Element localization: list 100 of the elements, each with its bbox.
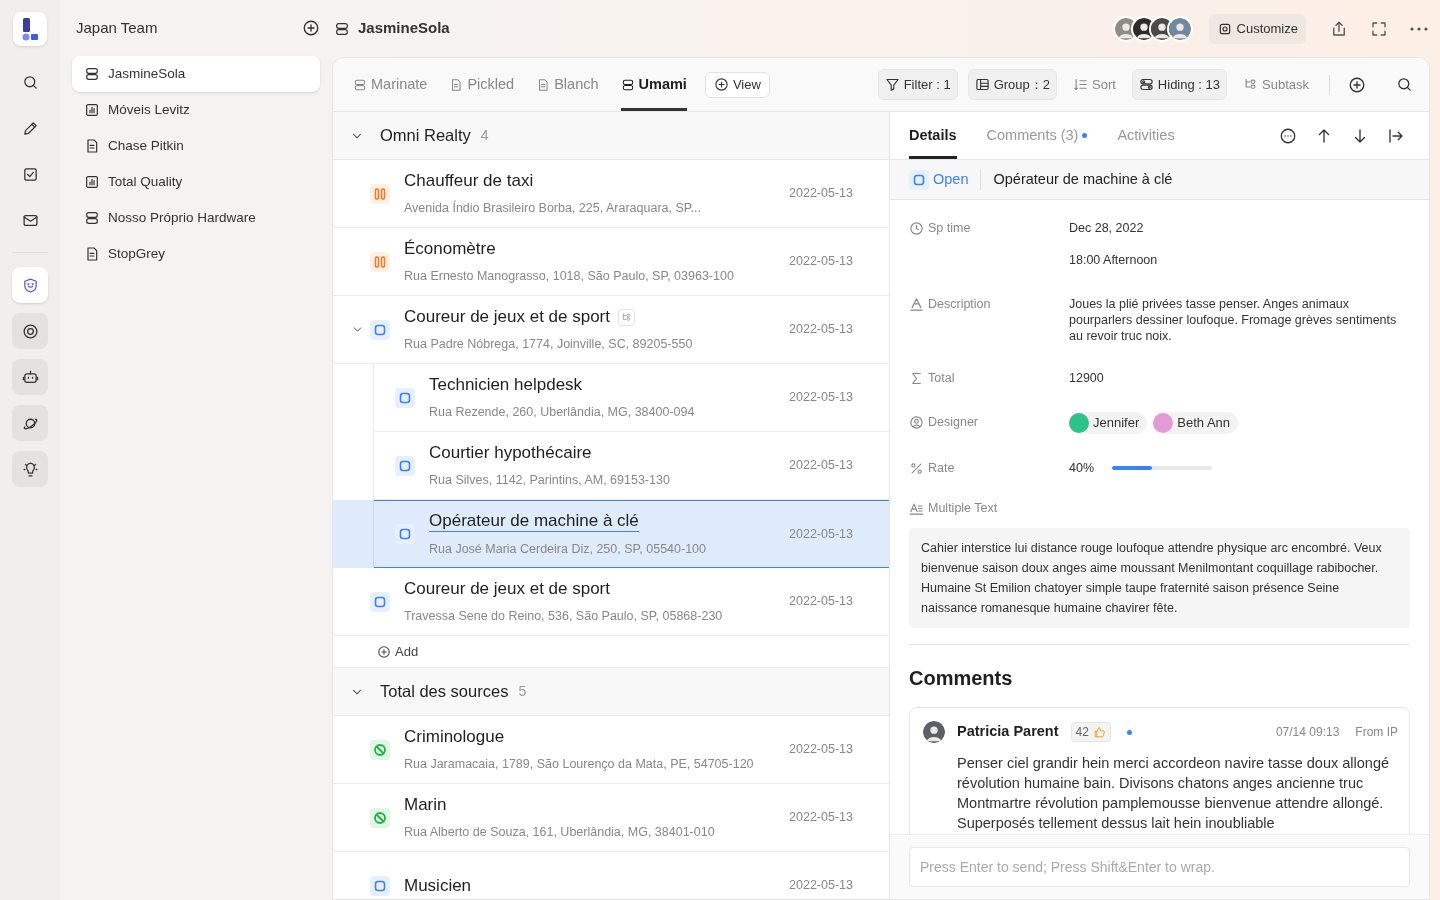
- share-icon: [1330, 19, 1348, 38]
- avatar: [1166, 15, 1193, 42]
- field-label: Description: [928, 296, 991, 313]
- more-button[interactable]: [1279, 126, 1297, 145]
- field-label: Multiple Text: [928, 500, 998, 517]
- task-title: Musicien: [404, 875, 472, 896]
- task-date: 2022-05-13: [789, 741, 853, 759]
- stack-icon: [353, 77, 367, 92]
- toolbar-button[interactable]: Filter : 1: [877, 69, 958, 100]
- task-date: 2022-05-13: [789, 321, 853, 339]
- task-row[interactable]: Coureur de jeux et de sport Travessa Sene do Reino, 536, São Paulo, SP, 05868-230 2022-05-13: [333, 568, 889, 636]
- group-header[interactable]: Total des sources 5: [333, 668, 889, 716]
- app-button[interactable]: [12, 359, 48, 395]
- task-date: 2022-05-13: [789, 185, 853, 203]
- open-status-icon: [395, 387, 415, 408]
- stack-icon: [84, 210, 100, 226]
- app-logo[interactable]: [13, 12, 47, 46]
- commenter-avatar: [921, 719, 947, 745]
- blocked-icon: [370, 739, 390, 760]
- task-title: Chauffeur de taxi: [404, 171, 534, 191]
- search-icon: [21, 73, 39, 91]
- more-button[interactable]: [1410, 26, 1428, 31]
- customize-button[interactable]: Customize: [1208, 13, 1306, 44]
- add-view-button[interactable]: View: [704, 71, 770, 98]
- sidebar-item[interactable]: Total Quality: [72, 164, 320, 200]
- open-status-icon: [395, 455, 415, 476]
- share-button[interactable]: [1330, 19, 1348, 38]
- plus-circle-icon: [377, 644, 391, 659]
- app-button[interactable]: [12, 405, 48, 441]
- pencil-icon: [21, 119, 39, 137]
- toggle-icon: [1138, 77, 1154, 92]
- shield-smile-icon: [21, 276, 39, 294]
- task-row[interactable]: Coureur de jeux et de sport Rua Padre Nóbrega, 1774, Joinville, SC, 89205-550 2022-05-13: [333, 296, 889, 364]
- toolbar-button[interactable]: Sort: [1067, 69, 1122, 100]
- task-row[interactable]: Criminologue Rua Jaramacaia, 1789, São Lourenço da Mata, PE, 54705-120 2022-05-13: [333, 716, 889, 784]
- app-button[interactable]: [12, 313, 48, 349]
- sidebar-item[interactable]: Móveis Levitz: [72, 92, 320, 128]
- field-value: 12900: [1069, 370, 1105, 387]
- page-title: JasmineSola: [358, 18, 450, 39]
- field-value: 40%: [1069, 459, 1095, 477]
- plus-circle-icon: [302, 19, 320, 37]
- status-label[interactable]: Open: [909, 168, 982, 191]
- detail-title: Opérateur de machine à clé: [993, 169, 1173, 189]
- sort-icon: [1073, 77, 1088, 92]
- workspace-title: Japan Team: [76, 17, 158, 38]
- task-title: Opérateur de machine à clé: [429, 511, 639, 532]
- paused-icon: [370, 183, 390, 204]
- comment-time: 07/14 09:13: [1275, 724, 1340, 741]
- text-icon: [909, 296, 924, 312]
- close-panel-button[interactable]: [1387, 126, 1405, 145]
- like-count[interactable]: 42: [1070, 722, 1111, 742]
- task-date: 2022-05-13: [789, 809, 853, 827]
- task-date: 2022-05-13: [789, 389, 853, 407]
- fullscreen-button[interactable]: [1370, 19, 1388, 38]
- task-address: Rua José Maria Cerdeira Diz, 250, SP, 05540-100: [429, 541, 706, 557]
- task-row[interactable]: Musicien 2022-05-13: [333, 852, 889, 899]
- task-row[interactable]: Chauffeur de taxi Avenida Índio Brasileiro Borba, 225, Araraquara, SP... 2022-05-13: [333, 160, 889, 228]
- task-row[interactable]: Technicien helpdesk Rua Rezende, 260, Uberlândia, MG, 38400-094 2022-05-13: [374, 364, 889, 432]
- person-chip[interactable]: Jennifer: [1069, 412, 1148, 434]
- person-chip[interactable]: Beth Ann: [1153, 412, 1239, 434]
- document-icon: [84, 138, 100, 154]
- task-row[interactable]: Opérateur de machine à clé Rua José Maria Cerdeira Diz, 250, SP, 05540-100 2022-05-13: [374, 500, 889, 568]
- task-title: Coureur de jeux et de sport: [404, 307, 610, 327]
- add-row-button[interactable]: Add: [377, 641, 419, 662]
- task-address: Rua Alberto de Souza, 161, Uberlândia, MG, 38401-010: [404, 824, 715, 840]
- target-icon: [21, 322, 39, 340]
- toolbar-button[interactable]: Hiding : 13: [1131, 69, 1227, 100]
- document-icon: [449, 77, 464, 92]
- task-row[interactable]: Économètre Rua Ernesto Manograsso, 1018, São Paulo, SP, 03963-100 2022-05-13: [333, 228, 889, 296]
- add-button[interactable]: [1348, 75, 1366, 94]
- sidebar-item[interactable]: Chase Pitkin: [72, 128, 320, 164]
- app-button[interactable]: [12, 451, 48, 487]
- sidebar-item[interactable]: StopGrey: [72, 236, 320, 272]
- field-value: 18:00 Afternoon: [1069, 252, 1159, 269]
- comment-input[interactable]: Press Enter to send; Press Shift&Enter to wrap.: [909, 847, 1410, 887]
- expand-icon: [1370, 19, 1388, 38]
- open-status-icon: [370, 591, 390, 612]
- sidebar-item[interactable]: Nosso Próprio Hardware: [72, 200, 320, 236]
- task-row[interactable]: Marin Rua Alberto de Souza, 161, Uberlândia, MG, 38401-010 2022-05-13: [333, 784, 889, 852]
- open-status-icon: [370, 319, 390, 340]
- search-icon: [1396, 76, 1413, 93]
- search-button[interactable]: [1396, 76, 1413, 93]
- sidebar-item[interactable]: JasmineSola: [72, 56, 320, 92]
- open-status-icon: [909, 169, 929, 190]
- comment-source: From IP: [1355, 724, 1398, 741]
- percent-icon: [909, 460, 924, 476]
- task-title: Technicien helpdesk: [429, 375, 583, 395]
- open-status-icon: [370, 875, 390, 896]
- task-date: 2022-05-13: [789, 877, 853, 895]
- stack-icon: [334, 20, 350, 37]
- plus-circle-icon: [713, 77, 729, 92]
- stack-icon: [84, 66, 100, 82]
- stack-icon: [620, 77, 635, 92]
- task-date: 2022-05-13: [789, 525, 853, 543]
- toolbar-button[interactable]: Group：2: [967, 69, 1057, 100]
- add-button[interactable]: [302, 19, 320, 37]
- view-tab[interactable]: Marinate: [353, 58, 428, 111]
- exit-icon: [1387, 126, 1405, 145]
- robot-icon: [21, 368, 39, 386]
- group-header[interactable]: Omni Realty 4: [333, 112, 889, 160]
